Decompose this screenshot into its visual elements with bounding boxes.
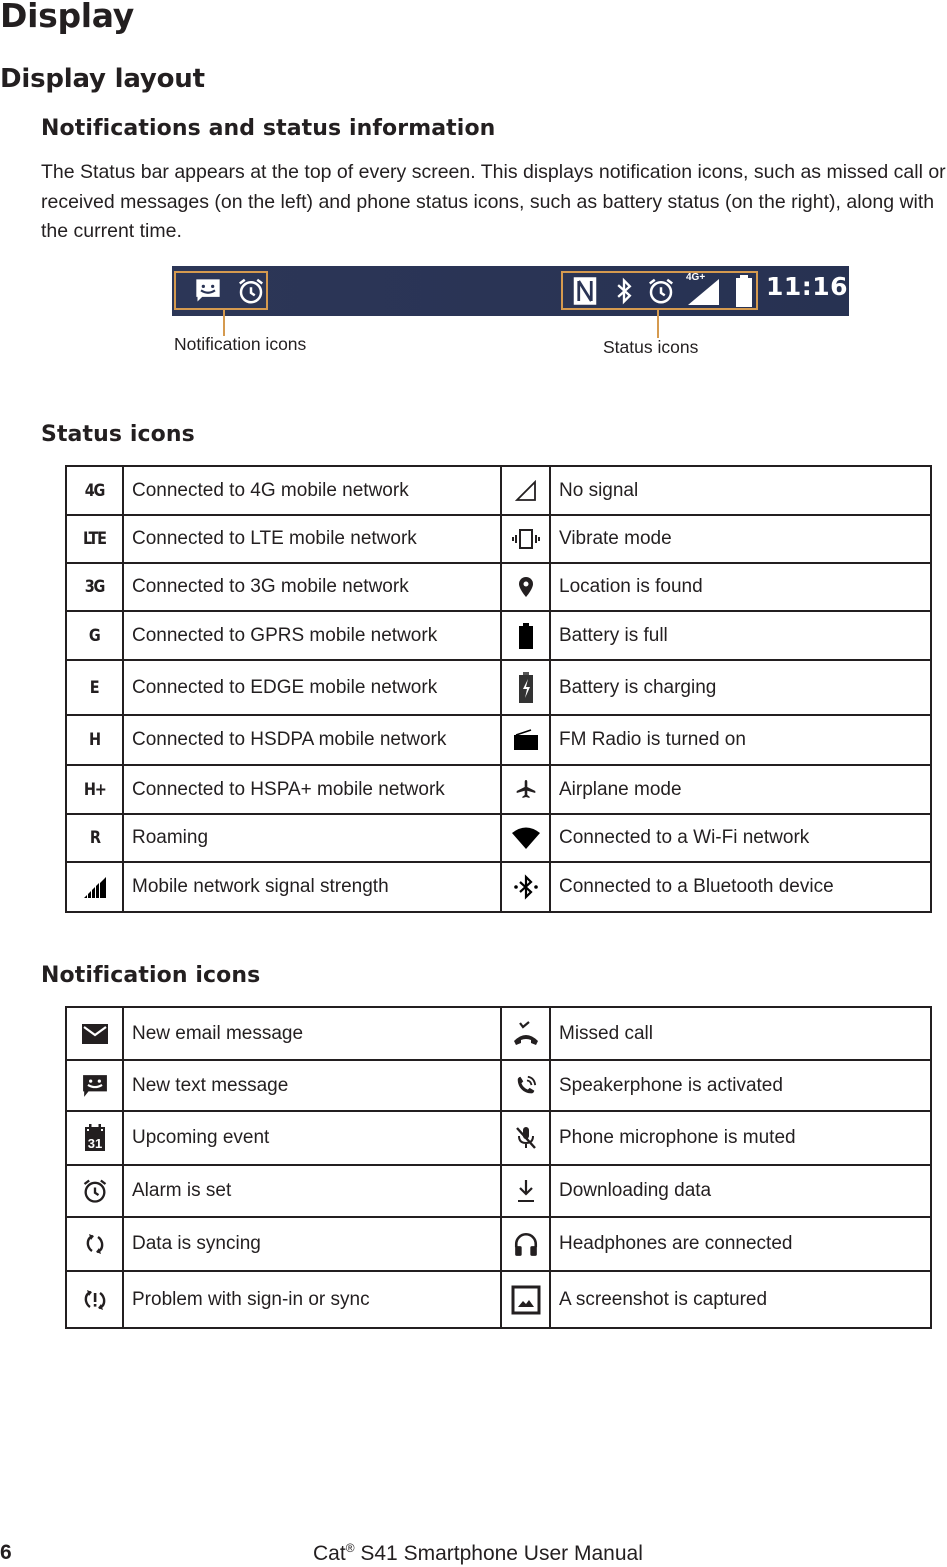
row-label: Mobile network signal strength xyxy=(122,861,502,913)
status-icons-heading: Status icons xyxy=(41,422,195,447)
sync-problem-icon xyxy=(65,1270,124,1329)
chapter-title: Display xyxy=(0,0,134,35)
notification-callout-line xyxy=(223,310,225,336)
row-label: Airplane mode xyxy=(549,764,932,815)
mic-muted-icon xyxy=(500,1110,551,1166)
notification-icons-callout: Notification icons xyxy=(174,334,307,354)
calendar-day: 31 xyxy=(87,1136,101,1151)
status-callout-line xyxy=(657,310,659,338)
table-row: H Connected to HSDPA mobile network FM R… xyxy=(65,714,932,766)
row-label: Data is syncing xyxy=(122,1216,502,1272)
row-label: Upcoming event xyxy=(122,1110,502,1166)
message-icon xyxy=(196,279,220,302)
row-label: Connected to EDGE mobile network xyxy=(122,659,502,716)
hsdpa-icon: H xyxy=(65,714,124,766)
row-label: New text message xyxy=(122,1059,502,1112)
row-label: Connected to HSDPA mobile network xyxy=(122,714,502,766)
table-row: New email message Missed call xyxy=(65,1006,932,1061)
row-label: Connected to 4G mobile network xyxy=(122,465,502,516)
signal-strength-icon xyxy=(65,861,124,913)
alarm-icon xyxy=(65,1164,124,1218)
row-label: A screenshot is captured xyxy=(549,1270,932,1329)
calendar-icon: 31 xyxy=(65,1110,124,1166)
status-bar-illustration: 4G+ 11:16 xyxy=(172,266,849,316)
email-icon xyxy=(65,1006,124,1061)
nfc-icon xyxy=(573,277,597,305)
table-row: H+ Connected to HSPA+ mobile network Air… xyxy=(65,764,932,815)
signal-icon xyxy=(688,279,719,305)
table-row: E Connected to EDGE mobile network Batte… xyxy=(65,659,932,716)
row-label: Downloading data xyxy=(549,1164,932,1218)
row-label: Problem with sign-in or sync xyxy=(122,1270,502,1329)
location-icon xyxy=(500,562,551,612)
battery-full-icon xyxy=(500,610,551,661)
row-label: Phone microphone is muted xyxy=(549,1110,932,1166)
speakerphone-icon xyxy=(500,1059,551,1112)
battery-full-icon xyxy=(736,275,752,307)
wifi-icon xyxy=(500,813,551,863)
radio-icon xyxy=(500,714,551,766)
row-label: FM Radio is turned on xyxy=(549,714,932,766)
row-label: New email message xyxy=(122,1006,502,1061)
sync-icon xyxy=(65,1216,124,1272)
table-row: 4G Connected to 4G mobile network No sig… xyxy=(65,465,932,516)
table-row: Problem with sign-in or sync A screensho… xyxy=(65,1270,932,1329)
row-label: Connected to HSPA+ mobile network xyxy=(122,764,502,815)
status-bar-time: 11:16 xyxy=(766,272,849,301)
row-label: Connected to GPRS mobile network xyxy=(122,610,502,661)
row-label: Connected to a Wi-Fi network xyxy=(549,813,932,863)
table-row: Mobile network signal strength Connected… xyxy=(65,861,932,913)
airplane-icon xyxy=(500,764,551,815)
subsection-title: Notifications and status information xyxy=(41,116,496,141)
vibrate-icon xyxy=(500,514,551,564)
row-label: Battery is full xyxy=(549,610,932,661)
row-label: Speakerphone is activated xyxy=(549,1059,932,1112)
notification-icons-heading: Notification icons xyxy=(41,963,261,988)
table-row: G Connected to GPRS mobile network Batte… xyxy=(65,610,932,661)
notification-icons-table: New email message Missed call New text m… xyxy=(65,1006,932,1329)
section-title: Display layout xyxy=(0,64,205,94)
row-label: Location is found xyxy=(549,562,932,612)
no-signal-icon xyxy=(500,465,551,516)
status-icons-table: 4G Connected to 4G mobile network No sig… xyxy=(65,465,932,913)
row-label: Connected to a Bluetooth device xyxy=(549,861,932,913)
table-row: R Roaming Connected to a Wi-Fi network xyxy=(65,813,932,863)
intro-paragraph: The Status bar appears at the top of eve… xyxy=(41,161,946,242)
alarm-icon xyxy=(649,278,673,304)
footer-manual-title: Cat® S41 Smartphone User Manual xyxy=(313,1541,643,1565)
screenshot-icon xyxy=(500,1270,551,1329)
battery-charging-icon xyxy=(500,659,551,716)
edge-icon: E xyxy=(65,659,124,716)
table-row: 3G Connected to 3G mobile network Locati… xyxy=(65,562,932,612)
status-icons-callout: Status icons xyxy=(603,337,699,357)
alarm-icon xyxy=(239,278,263,304)
row-label: Missed call xyxy=(549,1006,932,1061)
3g-icon: 3G xyxy=(65,562,124,612)
row-label: Connected to 3G mobile network xyxy=(122,562,502,612)
row-label: Headphones are connected xyxy=(549,1216,932,1272)
row-label: Battery is charging xyxy=(549,659,932,716)
row-label: Connected to LTE mobile network xyxy=(122,514,502,564)
table-row: Alarm is set Downloading data xyxy=(65,1164,932,1218)
row-label: No signal xyxy=(549,465,932,516)
table-row: LTE Connected to LTE mobile network Vibr… xyxy=(65,514,932,564)
missed-call-icon xyxy=(500,1006,551,1061)
row-label: Vibrate mode xyxy=(549,514,932,564)
bluetooth-connected-icon xyxy=(500,861,551,913)
table-row: New text message Speakerphone is activat… xyxy=(65,1059,932,1112)
row-label: Roaming xyxy=(122,813,502,863)
table-row: 31 Upcoming event Phone microphone is mu… xyxy=(65,1110,932,1166)
bluetooth-icon xyxy=(617,277,632,305)
4g-icon: 4G xyxy=(65,465,124,516)
row-label: Alarm is set xyxy=(122,1164,502,1218)
hspa-plus-icon: H+ xyxy=(65,764,124,815)
text-message-icon xyxy=(65,1059,124,1112)
gprs-icon: G xyxy=(65,610,124,661)
download-icon xyxy=(500,1164,551,1218)
page-number: 6 xyxy=(0,1541,12,1564)
headphones-icon xyxy=(500,1216,551,1272)
lte-icon: LTE xyxy=(65,514,124,564)
table-row: Data is syncing Headphones are connected xyxy=(65,1216,932,1272)
roaming-icon: R xyxy=(65,813,124,863)
